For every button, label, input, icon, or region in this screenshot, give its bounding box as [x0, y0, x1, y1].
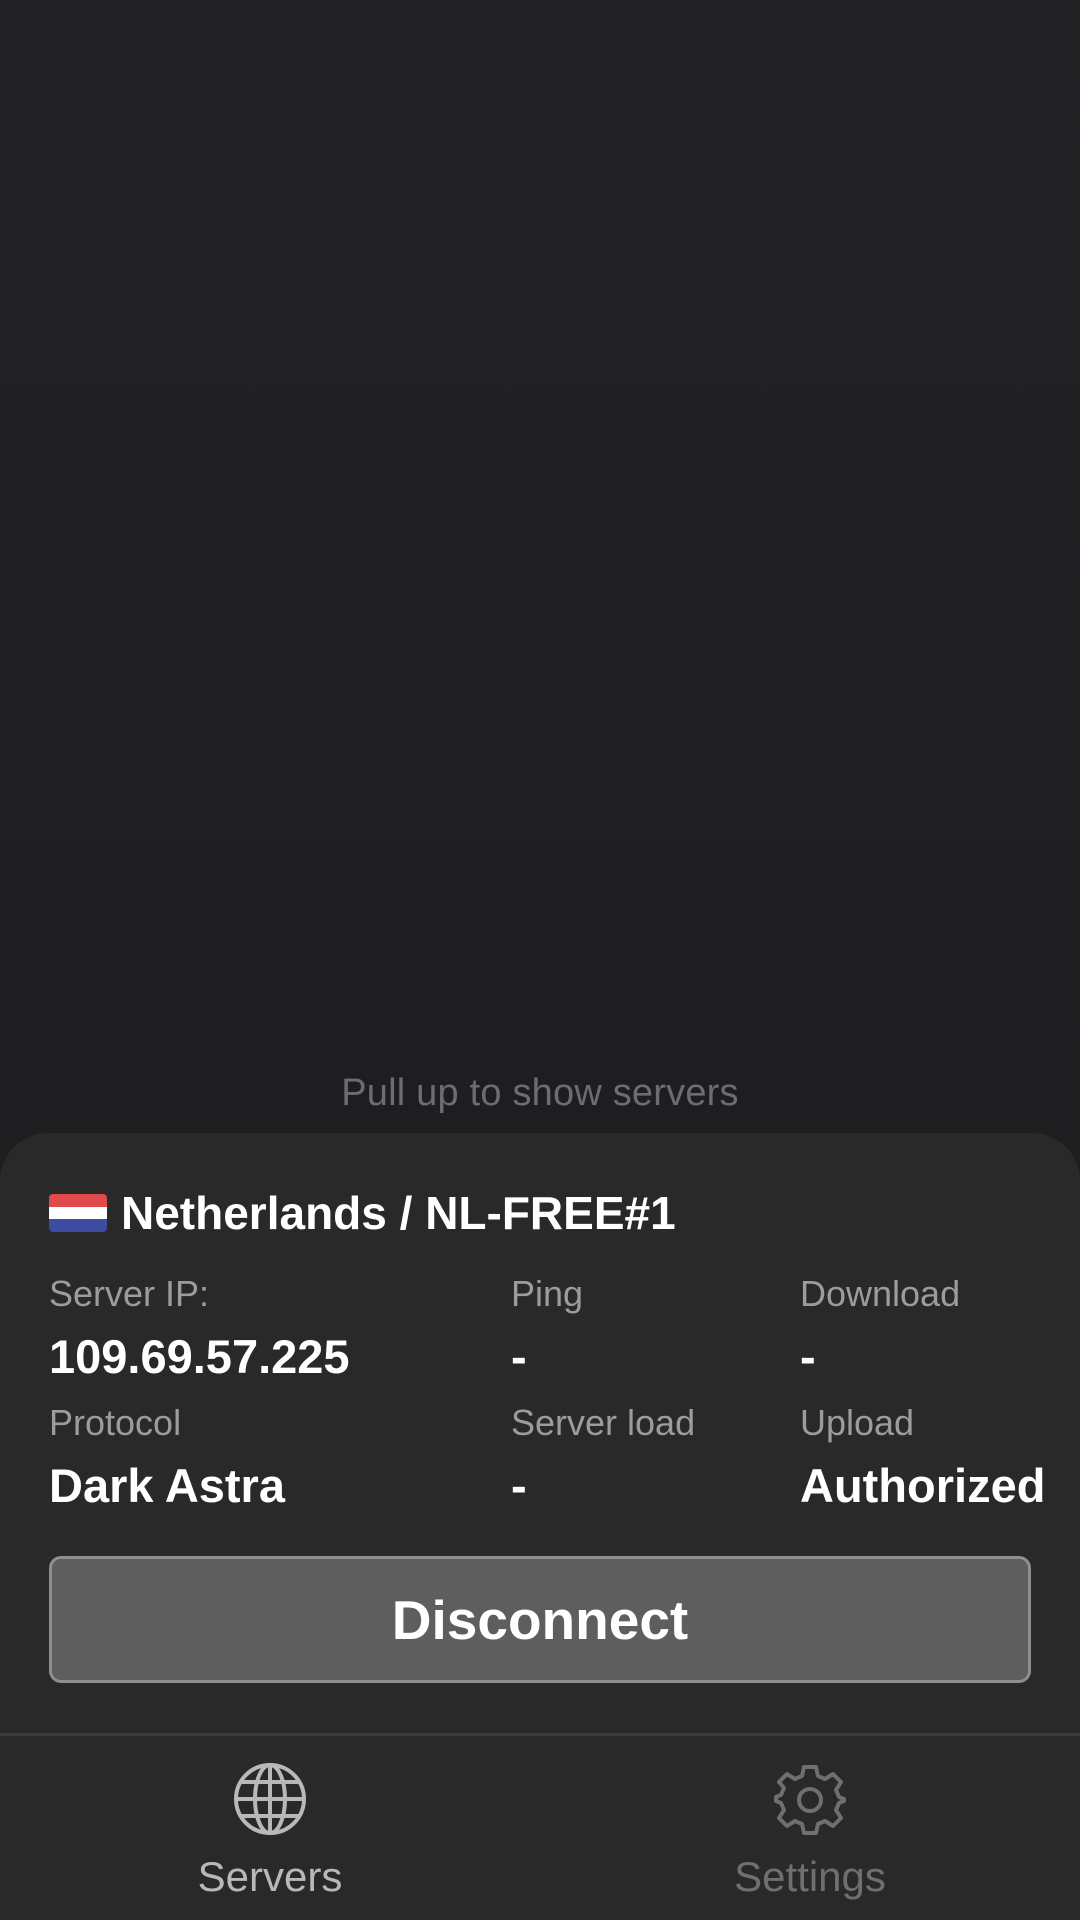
server-ip-value: 109.69.57.225 — [49, 1330, 350, 1383]
app-screen: Pull up to show servers Netherlands / NL… — [0, 0, 1080, 1920]
nav-tab-settings[interactable]: Settings — [540, 1736, 1080, 1920]
server-load-stat: Server load - — [511, 1402, 695, 1513]
globe-icon — [234, 1763, 306, 1835]
server-ip-stat: Server IP: 109.69.57.225 — [49, 1273, 350, 1384]
netherlands-flag-icon — [49, 1194, 107, 1232]
server-info-sheet[interactable]: Netherlands / NL-FREE#1 Server IP: 109.6… — [0, 1133, 1080, 1733]
gear-icon — [774, 1765, 846, 1835]
upload-stat: Upload Authorized — [800, 1402, 1045, 1513]
bottom-navigation: Servers Settings — [0, 1733, 1080, 1920]
ping-stat: Ping - — [511, 1273, 583, 1384]
download-value: - — [800, 1330, 816, 1383]
download-stat: Download - — [800, 1273, 960, 1384]
disconnect-button[interactable]: Disconnect — [49, 1556, 1031, 1683]
server-name: Netherlands / NL-FREE#1 — [121, 1187, 676, 1239]
nav-settings-label: Settings — [734, 1853, 886, 1900]
nav-tab-servers[interactable]: Servers — [0, 1736, 540, 1920]
ping-label: Ping — [511, 1273, 584, 1314]
pull-up-hint[interactable]: Pull up to show servers — [0, 1072, 1080, 1115]
protocol-value: Dark Astra — [49, 1459, 285, 1512]
download-label: Download — [800, 1273, 961, 1314]
server-ip-label: Server IP: — [49, 1273, 210, 1314]
nav-servers-label: Servers — [197, 1853, 343, 1900]
protocol-stat: Protocol Dark Astra — [49, 1402, 285, 1513]
upload-label: Upload — [800, 1402, 915, 1443]
selected-server-header: Netherlands / NL-FREE#1 — [49, 1183, 676, 1243]
ping-value: - — [511, 1330, 527, 1383]
protocol-label: Protocol — [49, 1402, 182, 1443]
server-load-value: - — [511, 1459, 527, 1512]
upload-value: Authorized — [800, 1459, 1046, 1512]
server-load-label: Server load — [511, 1402, 696, 1443]
